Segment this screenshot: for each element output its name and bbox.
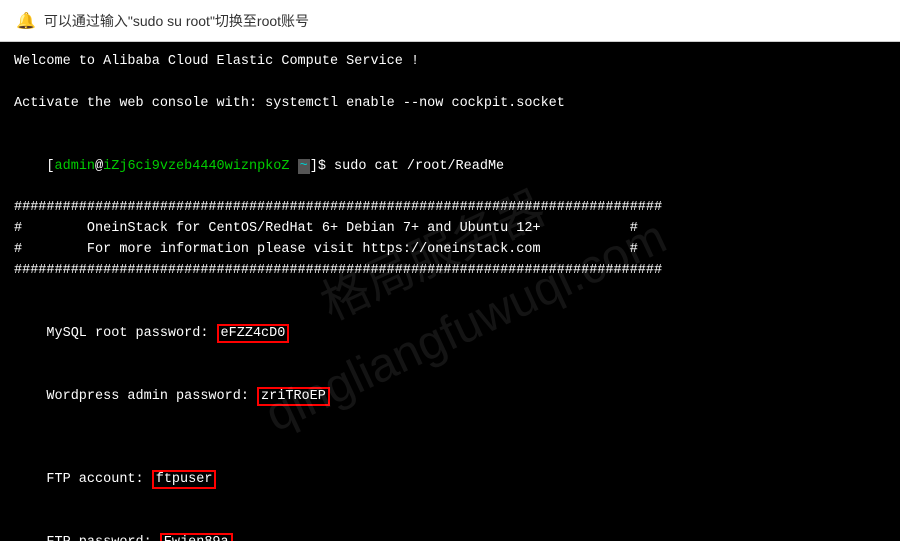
mysql-password: eFZZ4cD0 bbox=[217, 324, 290, 343]
bell-icon: 🔔 bbox=[16, 11, 36, 31]
ftp-account-value: ftpuser bbox=[152, 470, 217, 489]
ftp-password-value: Ewjen89a bbox=[160, 533, 233, 541]
hash-line-2: ########################################… bbox=[14, 261, 886, 282]
prompt-cmd-1: $ sudo cat /root/ReadMe bbox=[318, 159, 504, 174]
mysql-line: MySQL root password: eFZZ4cD0 bbox=[14, 303, 886, 366]
hash-line-1: ########################################… bbox=[14, 198, 886, 219]
empty-line-4 bbox=[14, 429, 886, 450]
wp-password: zriTRoEP bbox=[257, 387, 330, 406]
prompt-user-1: admin bbox=[55, 159, 96, 174]
info-line-1: # OneinStack for CentOS/RedHat 6+ Debian… bbox=[14, 219, 886, 240]
welcome-line: Welcome to Alibaba Cloud Elastic Compute… bbox=[14, 52, 886, 73]
terminal: 格局服务器qingliangfuwuqi.com Welcome to Alib… bbox=[0, 42, 900, 541]
ftp-account-line: FTP account: ftpuser bbox=[14, 450, 886, 513]
top-bar-message: 可以通过输入"sudo su root"切换至root账号 bbox=[44, 11, 309, 31]
mysql-label: MySQL root password: bbox=[46, 326, 216, 341]
empty-line-2 bbox=[14, 115, 886, 136]
wp-label: Wordpress admin password: bbox=[46, 389, 257, 404]
ftp-password-line: FTP password: Ewjen89a bbox=[14, 512, 886, 541]
prompt-bracket-close-1: ] bbox=[310, 159, 318, 174]
prompt-at-1: @ bbox=[95, 159, 103, 174]
top-bar: 🔔 可以通过输入"sudo su root"切换至root账号 bbox=[0, 0, 900, 42]
prompt-bracket-open-1: [ bbox=[46, 159, 54, 174]
activate-line: Activate the web console with: systemctl… bbox=[14, 94, 886, 115]
prompt-host-1: iZj6ci9vzeb4440wiznpkoZ bbox=[103, 159, 289, 174]
prompt-tilde-1: ~ bbox=[298, 159, 310, 174]
ftp-account-label: FTP account: bbox=[46, 472, 151, 487]
wp-line: Wordpress admin password: zriTRoEP bbox=[14, 366, 886, 429]
empty-line-3 bbox=[14, 282, 886, 303]
info-line-2: # For more information please visit http… bbox=[14, 240, 886, 261]
ftp-password-label: FTP password: bbox=[46, 535, 159, 541]
prompt-line-1: [admin@iZj6ci9vzeb4440wiznpkoZ ~]$ sudo … bbox=[14, 136, 886, 199]
empty-line-1 bbox=[14, 73, 886, 94]
